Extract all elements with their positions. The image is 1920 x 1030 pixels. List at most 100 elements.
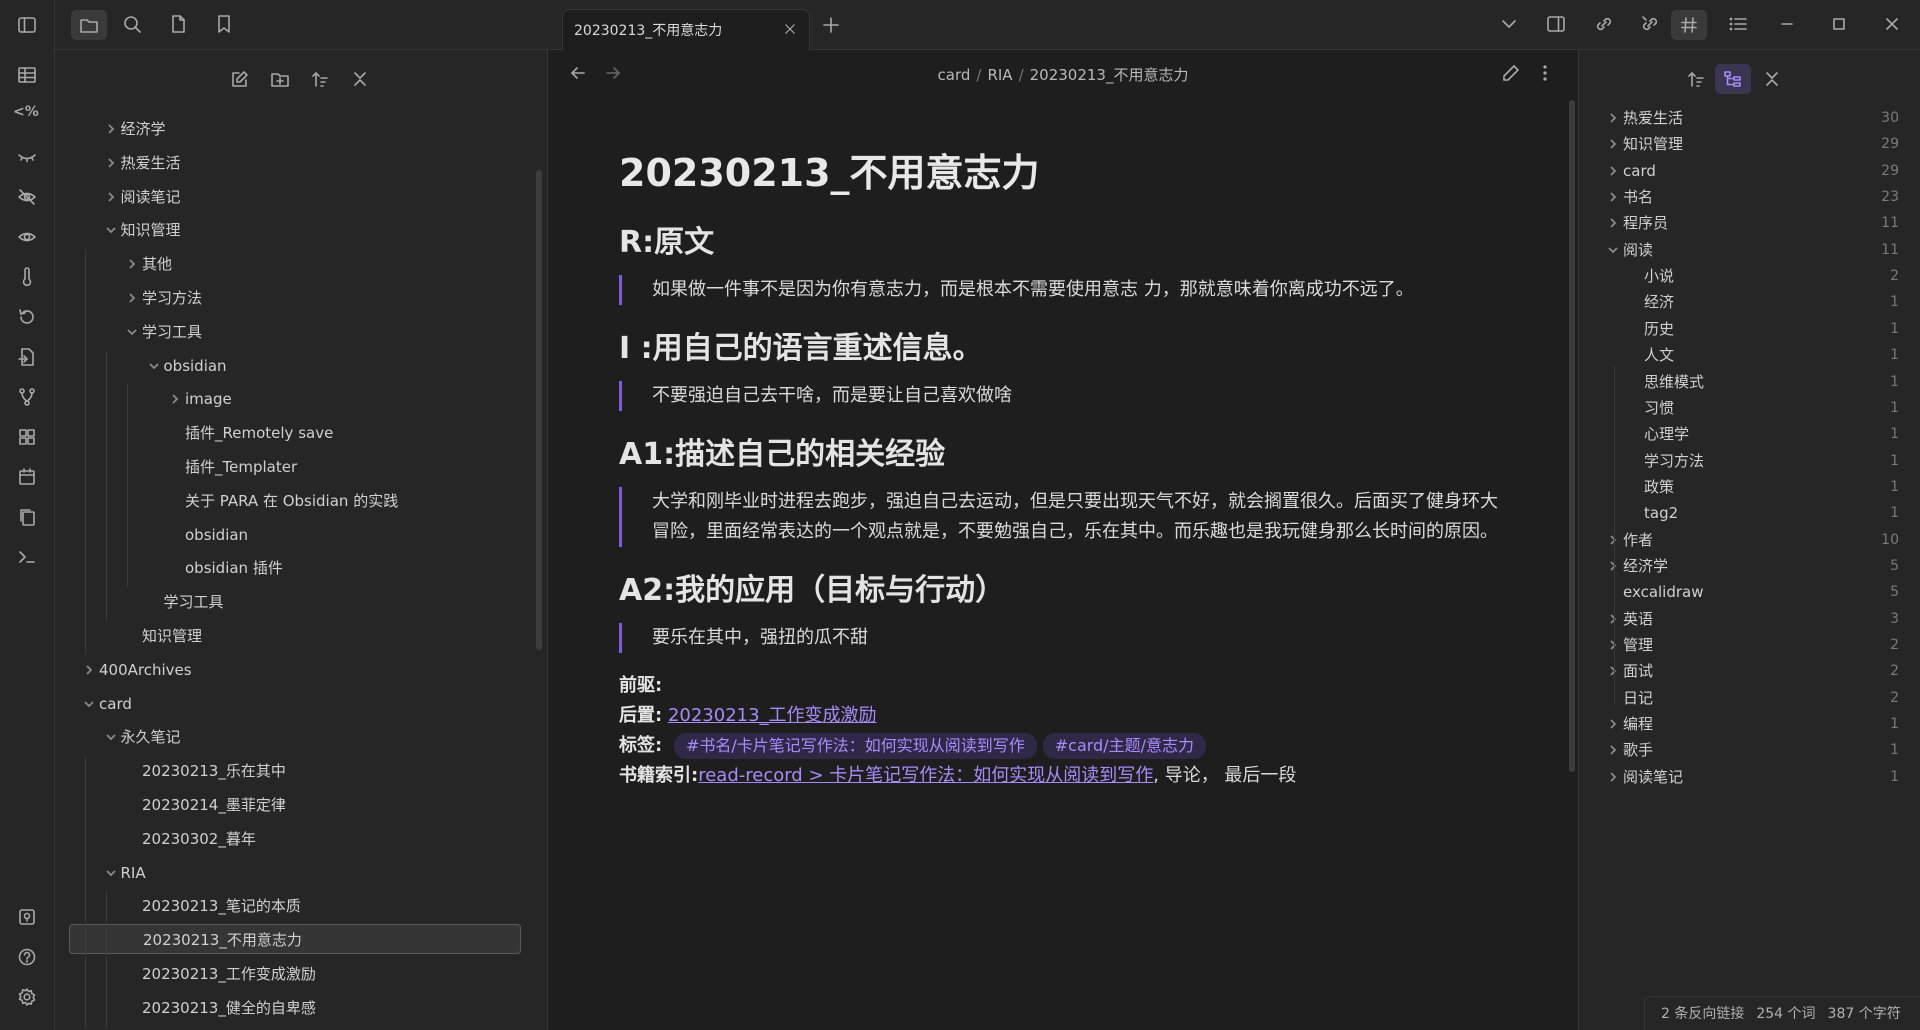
chevron-down-icon[interactable] <box>105 867 117 879</box>
collapse-all-icon[interactable] <box>349 68 371 90</box>
new-tab-icon[interactable] <box>820 14 842 36</box>
file-item[interactable]: 学习工具 <box>55 587 525 617</box>
file-item[interactable]: 知识管理 <box>55 621 525 651</box>
grid-icon[interactable] <box>16 426 38 448</box>
folder-item[interactable]: 400Archives <box>55 655 525 685</box>
chevron-down-icon[interactable] <box>126 326 138 338</box>
file-tree-scrollbar[interactable] <box>536 170 542 650</box>
sort-icon[interactable] <box>309 68 331 90</box>
vault-switch-icon[interactable] <box>16 906 38 928</box>
sidebar-toggle-icon[interactable] <box>16 14 38 36</box>
chevron-down-icon[interactable] <box>105 731 117 743</box>
chevron-right-icon[interactable] <box>1607 165 1619 177</box>
git-branch-icon[interactable] <box>16 386 38 408</box>
table-icon[interactable] <box>16 64 38 86</box>
chevron-down-icon[interactable] <box>148 360 160 372</box>
file-item[interactable]: 20230214_墨菲定律 <box>55 790 525 820</box>
chevron-right-icon[interactable] <box>1607 665 1619 677</box>
folder-item[interactable]: 阅读笔记 <box>55 182 525 212</box>
tab-active-note[interactable]: 20230213_不用意志力 <box>562 9 810 50</box>
folder-item[interactable]: card <box>55 689 525 719</box>
hash-tag-icon[interactable] <box>1671 10 1707 40</box>
file-item[interactable]: 20230213_笔记的本质 <box>55 891 525 921</box>
breadcrumb-note[interactable]: 20230213_不用意志力 <box>1030 66 1189 84</box>
minimize-icon[interactable] <box>1776 13 1798 35</box>
copy-icon[interactable] <box>16 506 38 528</box>
new-folder-icon[interactable] <box>269 68 291 90</box>
folder-item[interactable]: RIA <box>55 858 525 888</box>
chevron-right-icon[interactable] <box>1607 560 1619 572</box>
file-item[interactable]: 20230213_工作变成激励 <box>55 959 525 989</box>
chevron-right-icon[interactable] <box>1607 138 1619 150</box>
chevron-down-icon[interactable] <box>105 224 117 236</box>
help-icon[interactable] <box>16 946 38 968</box>
file-item[interactable]: 20230213_不用意志力 <box>69 924 521 955</box>
note-title[interactable]: 20230213_不用意志力 <box>619 142 1499 197</box>
chevron-right-icon[interactable] <box>1607 613 1619 625</box>
history-icon[interactable] <box>16 306 38 328</box>
chevron-right-icon[interactable] <box>1607 112 1619 124</box>
folder-item[interactable]: 其他 <box>55 249 525 279</box>
chevron-right-icon[interactable] <box>169 393 181 405</box>
chevron-down-icon[interactable] <box>1498 13 1520 35</box>
tree-view-icon[interactable] <box>1715 64 1751 94</box>
collapse-all-icon[interactable] <box>1761 68 1783 90</box>
chevron-right-icon[interactable] <box>105 191 117 203</box>
split-view-icon[interactable] <box>1545 13 1567 35</box>
link-search-icon[interactable] <box>1593 13 1615 35</box>
chevron-right-icon[interactable] <box>105 157 117 169</box>
breadcrumb-ria[interactable]: RIA <box>987 66 1012 84</box>
file-icon[interactable] <box>167 13 189 35</box>
chevron-right-icon[interactable] <box>1607 191 1619 203</box>
close-icon[interactable] <box>781 20 799 38</box>
eye-icon[interactable] <box>16 226 38 248</box>
terminal-icon[interactable] <box>16 546 38 568</box>
editor-scrollbar[interactable] <box>1569 100 1575 772</box>
window-close-icon[interactable] <box>1881 13 1903 35</box>
folder-item[interactable]: image <box>55 384 525 414</box>
file-item[interactable]: obsidian <box>55 520 525 550</box>
book-index-link[interactable]: read-record > 卡片笔记写作法：如何实现从阅读到写作 <box>698 765 1153 786</box>
successor-link[interactable]: 20230213_工作变成激励 <box>668 705 877 726</box>
file-item[interactable]: 插件_Remotely save <box>55 418 525 448</box>
chevron-right-icon[interactable] <box>1607 534 1619 546</box>
breadcrumb-card[interactable]: card <box>938 66 971 84</box>
folder-icon[interactable] <box>71 10 107 40</box>
folder-item[interactable]: 经济学 <box>55 114 525 144</box>
settings-icon[interactable] <box>16 986 38 1008</box>
file-item[interactable]: 插件_Templater <box>55 452 525 482</box>
chevron-right-icon[interactable] <box>126 292 138 304</box>
chevron-right-icon[interactable] <box>1607 639 1619 651</box>
file-item[interactable]: 20230213_健全的自卑感 <box>55 993 525 1023</box>
search-icon[interactable] <box>121 13 143 35</box>
folder-item[interactable]: 学习方法 <box>55 283 525 313</box>
tag-book[interactable]: #书名/卡片笔记写作法：如何实现从阅读到写作 <box>673 733 1037 759</box>
calendar-icon[interactable] <box>16 466 38 488</box>
new-note-icon[interactable] <box>229 68 251 90</box>
percent-code-icon[interactable]: <% <box>13 104 39 120</box>
file-item[interactable]: obsidian 插件 <box>55 553 525 583</box>
folder-item[interactable]: obsidian <box>55 351 525 381</box>
more-options-icon[interactable] <box>1534 62 1556 84</box>
folder-item[interactable]: 知识管理 <box>55 215 525 245</box>
chevron-down-icon[interactable] <box>1607 244 1619 256</box>
chevron-right-icon[interactable] <box>1607 718 1619 730</box>
chevron-right-icon[interactable] <box>105 123 117 135</box>
thermometer-icon[interactable] <box>16 266 38 288</box>
maximize-icon[interactable] <box>1828 13 1850 35</box>
folder-item[interactable]: 永久笔记 <box>55 722 525 752</box>
chevron-right-icon[interactable] <box>1607 744 1619 756</box>
backlink-icon[interactable] <box>1639 13 1661 35</box>
chevron-down-icon[interactable] <box>83 698 95 710</box>
eye-closed-icon[interactable] <box>16 146 38 168</box>
file-item[interactable]: 20230213_乐在其中 <box>55 756 525 786</box>
chevron-right-icon[interactable] <box>83 664 95 676</box>
backlinks-count[interactable]: 2 条反向链接 <box>1661 1006 1744 1022</box>
sort-icon[interactable] <box>1685 68 1707 90</box>
edit-pencil-icon[interactable] <box>1500 62 1522 84</box>
bookmark-icon[interactable] <box>213 13 235 35</box>
folder-item[interactable]: 热爱生活 <box>55 148 525 178</box>
chevron-right-icon[interactable] <box>1607 217 1619 229</box>
chevron-right-icon[interactable] <box>126 258 138 270</box>
file-item[interactable]: 20230302_暮年 <box>55 824 525 854</box>
